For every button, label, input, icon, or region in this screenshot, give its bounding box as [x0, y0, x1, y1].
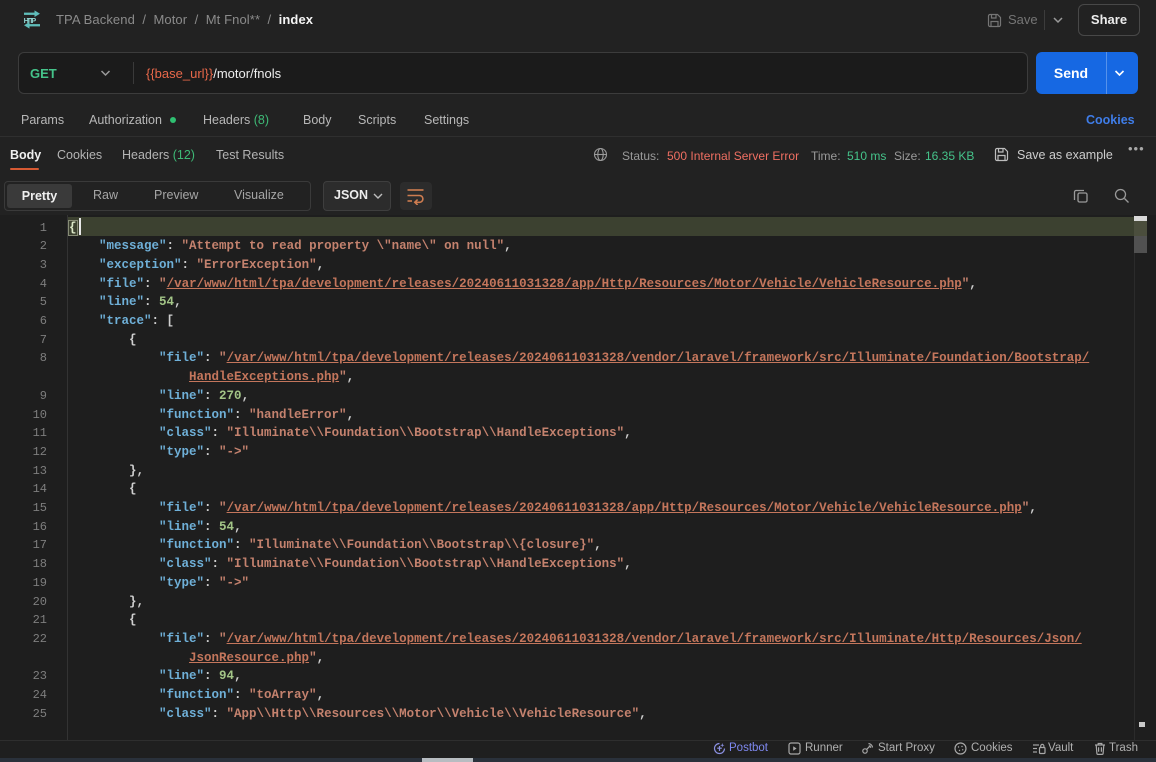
svg-text:HTTP: HTTP: [24, 16, 37, 25]
